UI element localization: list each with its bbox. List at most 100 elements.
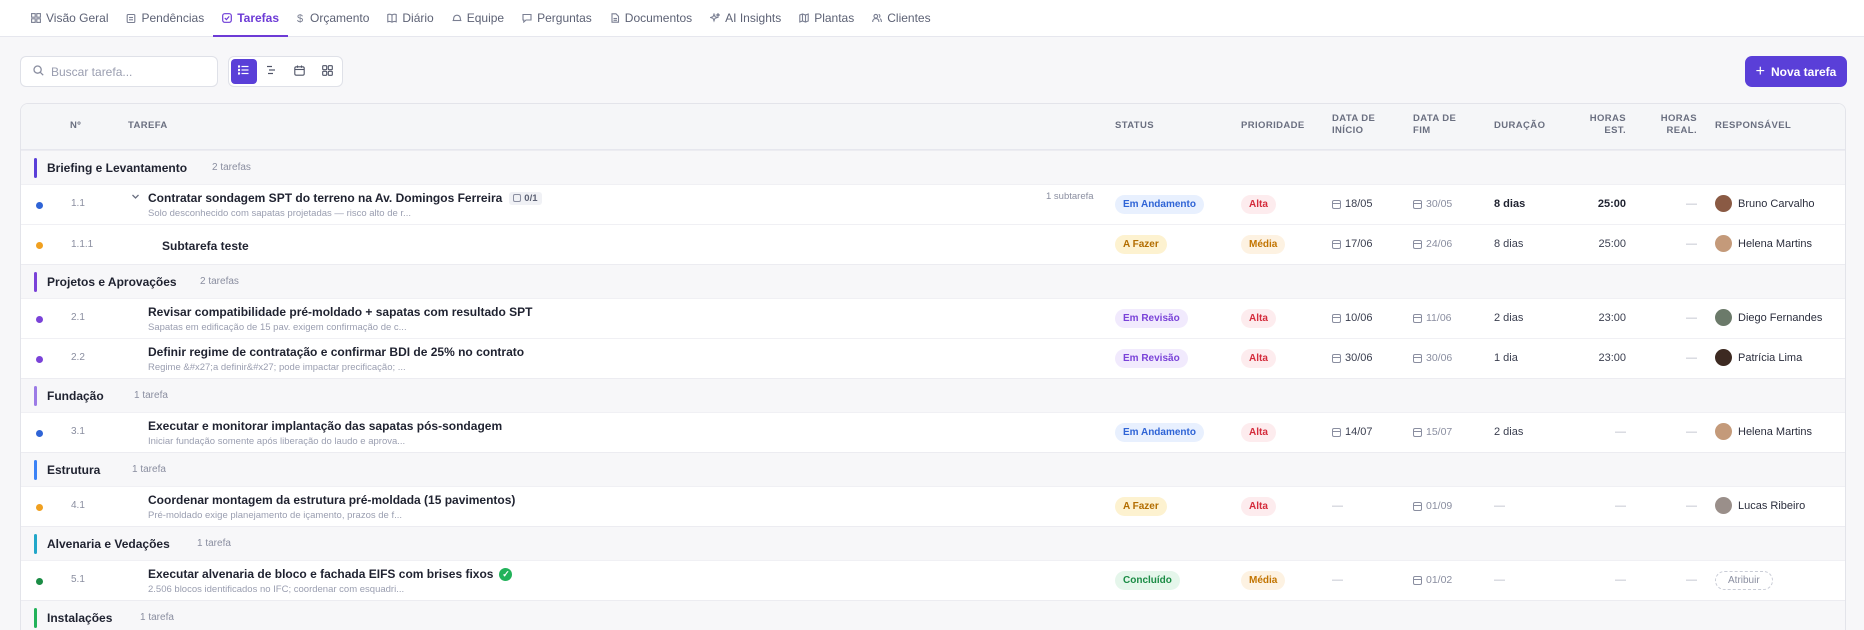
status-badge[interactable]: Concluído (1115, 571, 1180, 590)
owner[interactable]: Helena Martins (1715, 423, 1812, 440)
tab-label: Tarefas (237, 10, 280, 25)
task-title[interactable]: Coordenar montagem da estrutura pré-mold… (148, 493, 515, 507)
table-row[interactable]: 4.1 Coordenar montagem da estrutura pré-… (21, 486, 1845, 526)
tab-diario[interactable]: Diário (378, 0, 442, 36)
tab-equipe[interactable]: Equipe (443, 0, 513, 36)
priority-badge[interactable]: Média (1241, 235, 1286, 254)
group-header[interactable]: Briefing e Levantamento 2 tarefas (21, 150, 1845, 184)
sparkles-icon (710, 12, 721, 23)
tab-ai-insights[interactable]: AI Insights (701, 0, 790, 36)
group-count: 2 tarefas (212, 162, 251, 173)
table-row[interactable]: 2.2 Definir regime de contratação e conf… (21, 338, 1845, 378)
owner[interactable]: Helena Martins (1715, 235, 1812, 252)
avatar (1715, 423, 1732, 440)
priority-badge[interactable]: Média (1241, 571, 1286, 590)
group-color-bar (34, 534, 37, 554)
assign-button[interactable]: Atribuir (1715, 571, 1773, 590)
task-title[interactable]: Subtarefa teste (162, 239, 249, 253)
start-date-text: 10/06 (1345, 312, 1373, 324)
status-dot (36, 578, 43, 585)
col-start: DATA DE INÍCIO (1332, 113, 1375, 137)
status-badge[interactable]: A Fazer (1115, 235, 1167, 254)
group-name: Briefing e Levantamento (47, 160, 188, 175)
tab-pendencias[interactable]: Pendências (117, 0, 213, 36)
new-task-button[interactable]: + Nova tarefa (1745, 56, 1847, 87)
table-row[interactable]: 5.1 Executar alvenaria de bloco e fachad… (21, 560, 1845, 600)
tab-plantas[interactable]: Plantas (790, 0, 863, 36)
table-row[interactable]: 1.1 Contratar sondagem SPT do terreno na… (21, 184, 1845, 224)
priority-badge[interactable]: Alta (1241, 497, 1276, 516)
col-start-line2: INÍCIO (1332, 125, 1364, 136)
new-task-label: Nova tarefa (1770, 64, 1837, 79)
board-view-button[interactable] (314, 59, 340, 84)
end-date: 01/02 (1413, 574, 1452, 586)
task-title[interactable]: Contratar sondagem SPT do terreno na Av.… (148, 191, 542, 205)
avatar (1715, 309, 1732, 326)
task-description: 2.506 blocos identificados no IFC; coord… (148, 584, 405, 595)
hard-hat-icon (452, 13, 462, 23)
estimated-hours: 23:00 (1598, 352, 1626, 364)
task-title-text: Definir regime de contratação e confirma… (148, 345, 525, 359)
table-row[interactable]: 1.1.1 Subtarefa teste A Fazer Média 17/0… (21, 224, 1845, 264)
duration: — (1494, 574, 1505, 586)
real-hours: — (1686, 426, 1697, 438)
task-title-text: Subtarefa teste (162, 239, 249, 253)
status-badge[interactable]: Em Revisão (1115, 309, 1188, 328)
group-header[interactable]: Instalações 1 tarefa (21, 600, 1845, 630)
owner[interactable]: Diego Fernandes (1715, 309, 1822, 326)
group-header[interactable]: Projetos e Aprovações 2 tarefas (21, 264, 1845, 298)
group-header[interactable]: Alvenaria e Vedações 1 tarefa (21, 526, 1845, 560)
priority-badge[interactable]: Alta (1241, 349, 1276, 368)
tab-orcamento[interactable]: $ Orçamento (288, 0, 378, 36)
search-input[interactable] (51, 64, 201, 79)
avatar (1715, 349, 1732, 366)
task-title[interactable]: Executar alvenaria de bloco e fachada EI… (148, 567, 513, 581)
table-row[interactable]: 2.1 Revisar compatibilidade pré-moldado … (21, 298, 1845, 338)
status-badge[interactable]: Em Revisão (1115, 349, 1188, 368)
start-date: 14/07 (1332, 426, 1373, 438)
grid-icon (31, 12, 41, 23)
calendar-icon (1332, 239, 1341, 249)
group-count: 1 tarefa (197, 538, 231, 549)
status-badge[interactable]: Em Andamento (1115, 195, 1204, 214)
tab-label: Plantas (814, 10, 855, 25)
tab-visao-geral[interactable]: Visão Geral (22, 0, 117, 36)
table-header: Nº TAREFA STATUS PRIORIDADE DATA DE INÍCI… (21, 104, 1845, 150)
real-hours: — (1686, 238, 1697, 250)
task-title[interactable]: Revisar compatibilidade pré-moldado + sa… (148, 305, 532, 319)
gantt-view-button[interactable] (259, 59, 285, 84)
tab-clientes[interactable]: Clientes (863, 0, 939, 36)
search-icon (33, 64, 44, 79)
chevron-down-icon[interactable] (131, 192, 140, 204)
owner[interactable]: Bruno Carvalho (1715, 195, 1814, 212)
group-color-bar (34, 158, 37, 178)
tab-tarefas[interactable]: Tarefas (213, 0, 288, 37)
group-color-bar (34, 386, 37, 406)
status-badge[interactable]: Em Andamento (1115, 423, 1204, 442)
group-count: 1 tarefa (132, 464, 166, 475)
owner-name: Bruno Carvalho (1738, 197, 1815, 210)
priority-badge[interactable]: Alta (1241, 423, 1276, 442)
list-view-button[interactable] (231, 59, 257, 84)
priority-badge[interactable]: Alta (1241, 195, 1276, 214)
table-row[interactable]: 3.1 Executar e monitorar implantação das… (21, 412, 1845, 452)
tab-documentos[interactable]: Documentos (601, 0, 701, 36)
priority-badge[interactable]: Alta (1241, 309, 1276, 328)
owner-name: Helena Martins (1738, 425, 1812, 438)
group-header[interactable]: Estrutura 1 tarefa (21, 452, 1845, 486)
tab-label: Orçamento (310, 10, 370, 25)
col-real-line2: REAL. (1666, 125, 1697, 136)
status-badge[interactable]: A Fazer (1115, 497, 1167, 516)
end-date-text: 30/06 (1426, 352, 1453, 364)
col-end-line2: FIM (1413, 125, 1431, 136)
task-description: Sapatas em edificação de 15 pav. exigem … (148, 322, 407, 333)
owner[interactable]: Lucas Ribeiro (1715, 497, 1805, 514)
owner[interactable]: Patrícia Lima (1715, 349, 1802, 366)
gantt-view-icon (266, 65, 277, 78)
calendar-view-button[interactable] (287, 59, 313, 84)
real-hours: — (1686, 574, 1697, 586)
group-header[interactable]: Fundação 1 tarefa (21, 378, 1845, 412)
task-title[interactable]: Definir regime de contratação e confirma… (148, 345, 524, 359)
tab-perguntas[interactable]: Perguntas (513, 0, 601, 36)
task-title[interactable]: Executar e monitorar implantação das sap… (148, 419, 502, 433)
